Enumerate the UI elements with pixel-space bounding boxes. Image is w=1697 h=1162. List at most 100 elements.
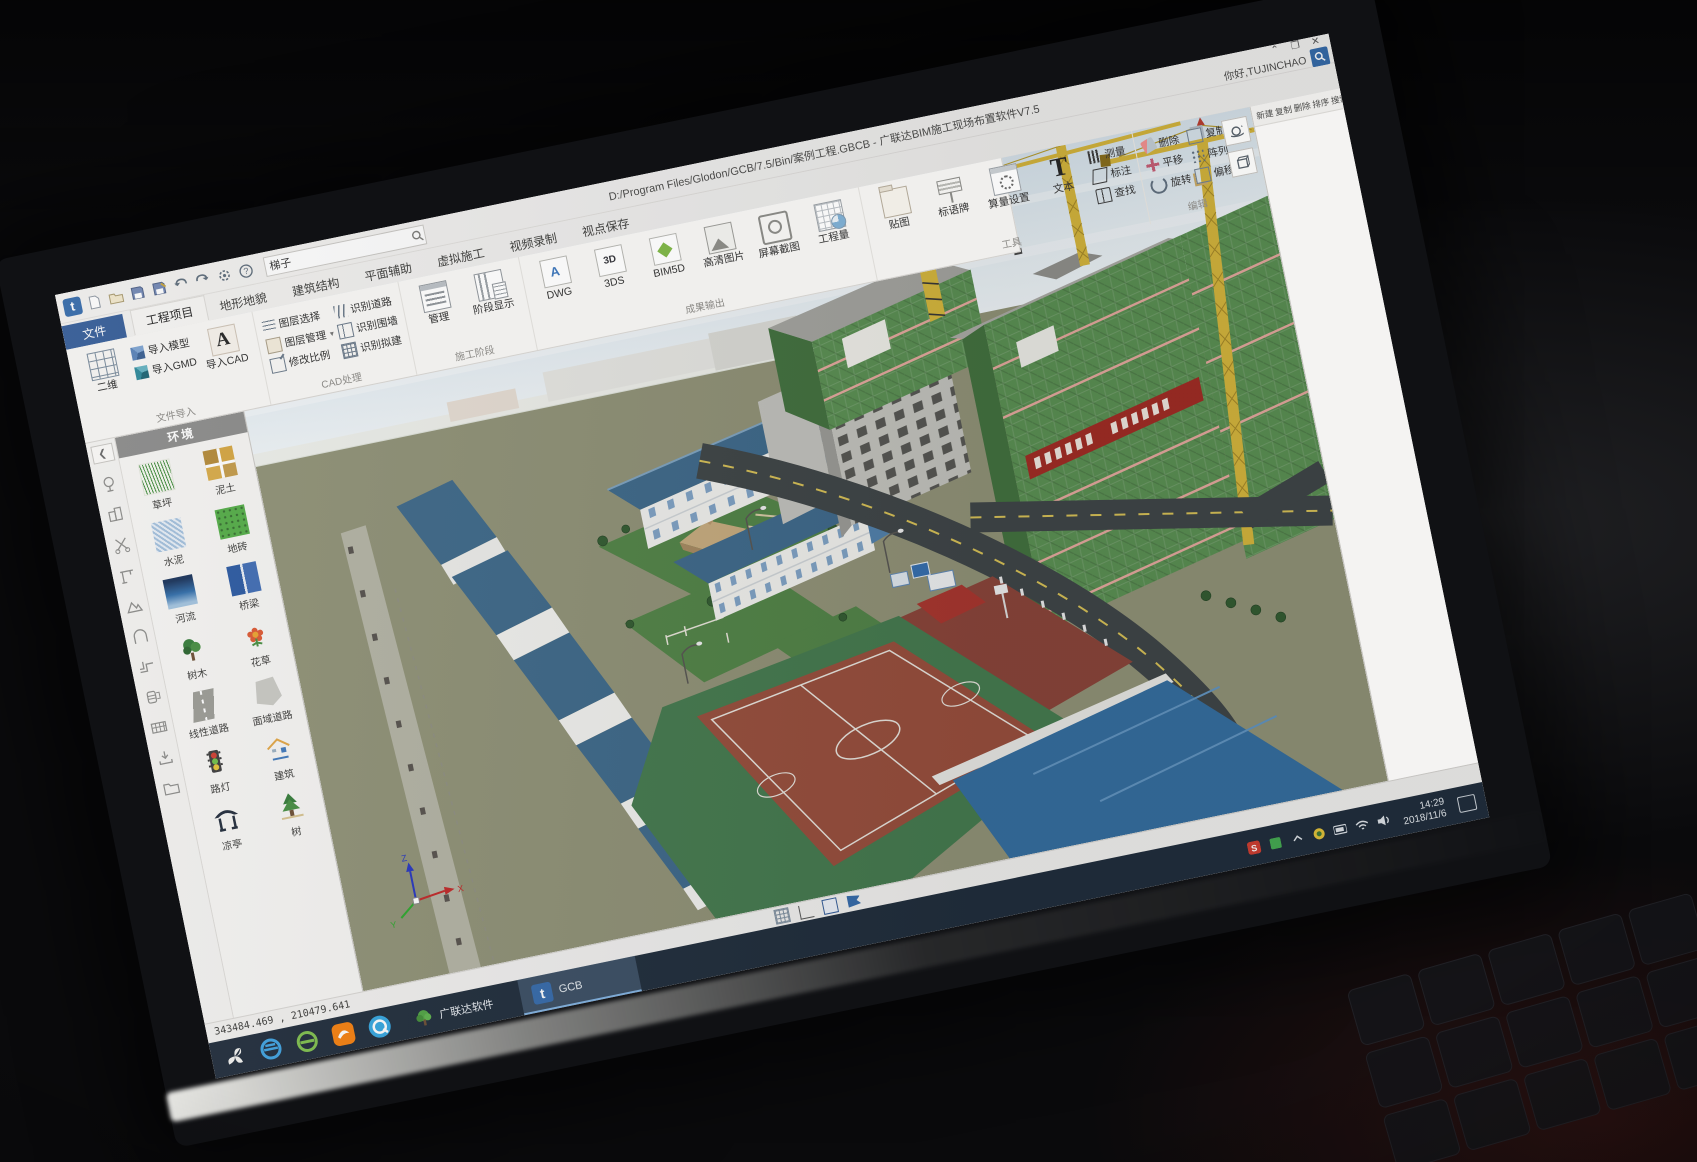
palette-item-trees[interactable]: 树木 [157,627,231,688]
barrel-category-icon[interactable] [142,686,163,707]
crane-category-icon[interactable] [117,565,138,586]
quark-browser-icon[interactable] [364,1011,395,1042]
palette-item-tile[interactable]: 地砖 [197,501,271,562]
terrain-category-icon[interactable] [123,595,144,616]
panel-sort-button[interactable]: 排序 [1311,95,1330,111]
angle-snap-icon[interactable] [798,903,815,920]
slogan-board-button[interactable]: 标语牌 [921,169,981,222]
palette-item-streetlight[interactable]: 路灯 [180,741,254,802]
pinwheel-app-icon[interactable] [219,1041,250,1072]
settings-window-icon [988,163,1021,196]
stage-display-button[interactable]: 阶段显示 [461,264,521,319]
restore-window-icon[interactable]: ❐ [1290,41,1301,53]
show-hidden-icons[interactable] [1290,831,1305,846]
palette-item-building[interactable]: 建筑 [244,728,318,789]
palette-item-area-road[interactable]: 面域道路 [232,671,306,732]
green-tray-icon[interactable] [1268,835,1283,850]
stage-manage-button[interactable]: 管理 [406,275,466,330]
palette-item-flower[interactable]: 花草 [221,614,295,675]
ortho-toggle-icon[interactable] [822,897,840,915]
scissors-category-icon[interactable] [110,534,131,555]
delete-button[interactable]: 删除 [1140,131,1184,154]
rotate-button[interactable]: 旋转 [1148,170,1193,195]
3ds-file-icon: 3D [593,244,626,277]
wifi-icon[interactable] [1354,817,1369,832]
bridge-icon [226,561,261,596]
array-icon [1190,148,1205,163]
uc-browser-icon[interactable] [328,1019,359,1050]
search-icon [1313,50,1327,64]
action-center-icon[interactable] [1457,794,1478,813]
green-browser-icon[interactable] [292,1026,323,1057]
new-file-icon[interactable] [85,292,105,312]
export-dwg-button[interactable]: ADWG [526,250,586,305]
export-3ds-button[interactable]: 3D3DS [581,239,641,294]
text-button[interactable]: T文本 [1031,147,1091,200]
annotate-button[interactable]: 标注 [1091,162,1133,185]
taskbar-clock[interactable]: 14:29 2018/11/6 [1400,796,1448,829]
gate-category-icon[interactable] [129,625,150,646]
help-icon[interactable]: ? [235,261,255,281]
image-icon [703,222,736,255]
battery-icon[interactable] [1333,822,1348,837]
fence-category-icon[interactable] [148,716,169,737]
redo-icon[interactable] [192,270,212,290]
environment-category-icon[interactable] [98,473,119,494]
save-as-icon[interactable] [149,278,169,298]
panel-delete-button[interactable]: 删除 [1292,98,1311,114]
palette-item-tree[interactable]: 树 [256,785,330,846]
signboard-icon [934,175,965,206]
eraser-icon [1139,137,1157,155]
palette-item-linear-road[interactable]: 线性道路 [168,684,242,745]
close-window-icon[interactable]: ✕ [1311,37,1321,48]
palette-item-soil[interactable]: 泥土 [185,442,259,505]
folder-category-icon[interactable] [160,777,181,798]
move-button[interactable]: 平移 [1144,151,1188,174]
palette-item-pavilion[interactable]: 凉亭 [192,798,266,859]
quantity-pie-icon [813,199,846,232]
screenshot-button[interactable]: 屏幕截图 [746,205,806,262]
2d-view-button[interactable]: 二维 [74,343,134,398]
search-icon[interactable] [409,227,426,244]
speaker-icon[interactable] [1376,813,1391,828]
panel-copy-button[interactable]: 复制 [1274,102,1293,118]
palette-item-bridge[interactable]: 桥梁 [209,557,283,618]
find-button[interactable]: 查找 [1095,182,1137,205]
export-bim5d-button[interactable]: BIM5D [636,228,696,283]
manage-window-icon [418,280,451,313]
plan-icon [340,342,358,360]
panel-new-button[interactable]: 新建 [1255,106,1274,122]
undo-icon[interactable] [171,274,191,294]
view-cube-button[interactable] [1227,147,1258,178]
import-tray-category-icon[interactable] [154,747,175,768]
quantity-settings-button[interactable]: 算量设置 [976,158,1036,213]
collapse-panel-button[interactable]: ❮ [90,443,115,465]
orbit-tool-button[interactable] [1221,116,1252,147]
text-t-icon: T [1044,152,1075,183]
sogou-tray-icon[interactable]: S [1247,839,1262,854]
gcb-app-logo[interactable]: t [62,296,83,317]
texture-map-button[interactable]: 贴图 [866,180,926,235]
dwg-file-icon: A [539,255,572,288]
flag-toggle-icon[interactable] [847,894,862,909]
360-tray-icon[interactable] [1311,826,1326,841]
quantity-button[interactable]: 工程量 [800,194,860,249]
scale-icon [269,356,287,374]
settings-gear-icon[interactable] [214,265,234,285]
road-icon [332,304,347,319]
ie-browser-icon[interactable] [256,1034,287,1065]
palette-item-river[interactable]: 河流 [145,571,219,632]
open-file-icon[interactable] [106,287,126,307]
collapse-ribbon-icon[interactable]: ⌃ [1270,45,1280,56]
flower-icon [238,618,273,653]
measure-button[interactable]: 测量 [1087,143,1129,166]
palette-item-grass[interactable]: 草坪 [121,455,195,518]
building-category-icon[interactable] [104,504,125,525]
chevron-down-icon: ▾ [329,329,335,339]
palette-item-cement[interactable]: 水泥 [133,514,207,575]
hd-image-button[interactable]: 高清图片 [691,216,751,271]
save-icon[interactable] [128,283,148,303]
grid-toggle-icon[interactable] [774,907,792,925]
import-cad-button[interactable]: A导入CAD [194,318,254,373]
pipe-category-icon[interactable] [135,656,156,677]
